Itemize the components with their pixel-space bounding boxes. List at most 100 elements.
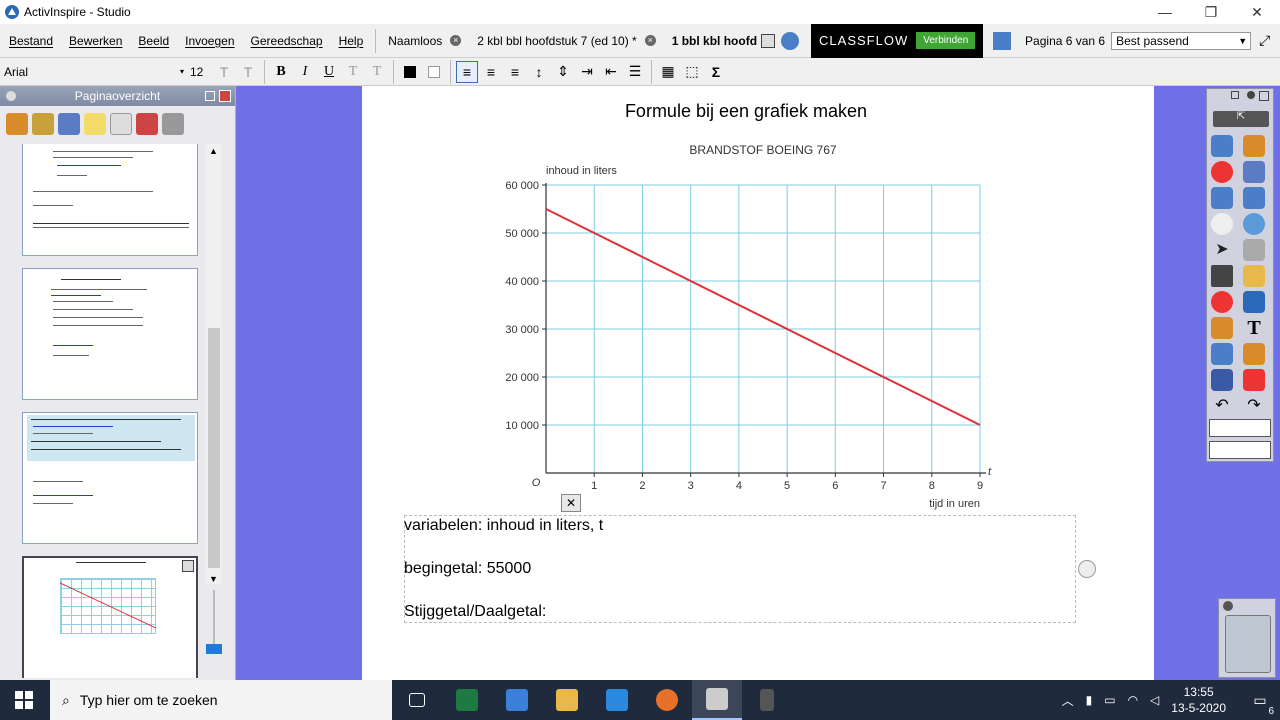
text-tool-icon[interactable]: T — [1243, 317, 1265, 339]
toolbox-pin-icon[interactable] — [1231, 91, 1239, 99]
superscript-button[interactable]: T — [342, 61, 364, 83]
menu-bewerken[interactable]: Bewerken — [61, 34, 130, 48]
next-page-icon[interactable] — [1243, 187, 1265, 209]
page-thumbnail-6[interactable] — [22, 556, 198, 678]
select-all-icon[interactable]: ⬚ — [681, 61, 703, 83]
property-browser-icon[interactable] — [110, 113, 132, 135]
underline-button[interactable]: U — [318, 61, 340, 83]
start-button[interactable] — [0, 680, 48, 720]
desktop-annotate-icon[interactable] — [1243, 161, 1265, 183]
clock[interactable]: 13:55 13-5-2020 — [1171, 684, 1226, 716]
pen-setting-1[interactable] — [1209, 419, 1271, 437]
store-icon[interactable] — [492, 680, 542, 720]
sigma-icon[interactable]: Σ — [705, 61, 727, 83]
text-line-variabelen[interactable]: variabelen: inhoud in liters, t — [404, 517, 603, 535]
page-thumbnail-5[interactable] — [22, 412, 198, 544]
trash-can-icon[interactable] — [1218, 598, 1276, 678]
panel-pin-icon[interactable] — [6, 91, 16, 101]
browsers-icon[interactable] — [1243, 135, 1265, 157]
resize-handle[interactable] — [1078, 560, 1096, 578]
highlighter-icon[interactable] — [1243, 291, 1265, 313]
excel-icon[interactable] — [442, 680, 492, 720]
settings-wheel-icon[interactable] — [781, 31, 800, 50]
subscript-button[interactable]: T — [366, 61, 388, 83]
battery-icon[interactable]: ▭ — [1104, 693, 1115, 707]
explorer-icon[interactable] — [542, 680, 592, 720]
shrink-font-icon[interactable]: T — [237, 61, 259, 83]
italic-button[interactable]: I — [294, 61, 316, 83]
line-spacing-icon[interactable]: ↕ — [528, 61, 550, 83]
outdent-icon[interactable]: ⇤ — [600, 61, 622, 83]
text-line-begingetal[interactable]: begingetal: 55000 — [404, 560, 531, 578]
page-thumbnail-icon[interactable] — [182, 560, 194, 572]
tools-icon[interactable] — [1243, 239, 1265, 261]
action-browser-icon[interactable] — [136, 113, 158, 135]
scroll-up-icon[interactable]: ▲ — [209, 146, 218, 156]
fullscreen-icon[interactable]: ⤢ — [1259, 32, 1270, 49]
panel-minimize-icon[interactable] — [205, 91, 215, 101]
notification-icon[interactable]: ▭ 6 — [1240, 692, 1280, 717]
flipchart-icon[interactable] — [1211, 135, 1233, 157]
scroll-thumb[interactable] — [208, 328, 220, 568]
media-icon[interactable] — [1211, 343, 1233, 365]
menu-gereedschap[interactable]: Gereedschap — [243, 34, 331, 48]
tab-naamloos[interactable]: Naamloos × — [380, 24, 469, 58]
dashboard-icon[interactable] — [1211, 161, 1233, 183]
fill-icon[interactable] — [1211, 317, 1233, 339]
previous-page-icon[interactable] — [1211, 187, 1233, 209]
text-color-swatch[interactable] — [399, 61, 421, 83]
eraser-icon[interactable] — [1243, 265, 1265, 287]
mail-icon[interactable] — [592, 680, 642, 720]
activinspire-taskbar-icon[interactable] — [692, 680, 742, 720]
page-icon[interactable] — [761, 33, 776, 48]
text-line-stijggetal[interactable]: Stijggetal/Daalgetal: — [404, 603, 546, 621]
font-select[interactable]: Arial ▾ — [0, 63, 186, 81]
notes-browser-icon[interactable] — [84, 113, 106, 135]
align-right-icon[interactable]: ≡ — [504, 61, 526, 83]
pen-setting-2[interactable] — [1209, 441, 1271, 459]
delete-object-button[interactable]: ✕ — [561, 494, 581, 512]
tab-hoofdstuk-7[interactable]: 2 kbl bbl hoofdstuk 7 (ed 10) * × — [469, 24, 663, 58]
trash-close-icon[interactable] — [1223, 601, 1233, 611]
minimize-button[interactable]: — — [1142, 0, 1188, 24]
grow-font-icon[interactable]: T — [213, 61, 235, 83]
menu-beeld[interactable]: Beeld — [130, 34, 177, 48]
hourglass-icon[interactable] — [1211, 369, 1233, 391]
firefox-icon[interactable] — [642, 680, 692, 720]
toolbox-settings-icon[interactable] — [1247, 91, 1255, 99]
tab-active[interactable]: 1 bbl kbl hoofd — [664, 24, 803, 58]
calculator-icon[interactable] — [742, 680, 792, 720]
bullet-list-icon[interactable]: ☰ — [624, 61, 646, 83]
align-center-icon[interactable]: ≡ — [480, 61, 502, 83]
shape-icon[interactable] — [1211, 291, 1233, 313]
page-browser-icon[interactable] — [6, 113, 28, 135]
size-select[interactable]: 12 — [186, 63, 212, 81]
page-thumbnail-3[interactable] — [22, 144, 198, 256]
verbinden-button[interactable]: Verbinden — [916, 32, 976, 49]
microphone-icon[interactable]: ▮ — [1086, 693, 1093, 707]
task-view-icon[interactable] — [392, 680, 442, 720]
table-icon[interactable]: ▦ — [657, 61, 679, 83]
share-icon[interactable]: ⇱ — [1213, 111, 1269, 127]
play-icon[interactable] — [1211, 213, 1233, 235]
snowflake-icon[interactable] — [993, 31, 1012, 50]
volume-icon[interactable]: ◁ — [1150, 693, 1159, 707]
voting-browser-icon[interactable] — [162, 113, 184, 135]
bold-button[interactable]: B — [270, 61, 292, 83]
tab-close-icon[interactable]: × — [450, 35, 462, 46]
indent-icon[interactable]: ⇥ — [576, 61, 598, 83]
reset-page-icon[interactable] — [1243, 369, 1265, 391]
web-browser-icon[interactable] — [1243, 213, 1265, 235]
align-left-icon[interactable]: ≡ — [456, 60, 478, 83]
paragraph-spacing-icon[interactable]: ⇕ — [552, 61, 574, 83]
tab-close-icon[interactable]: × — [644, 35, 656, 46]
search-box[interactable]: ⌕ Typ hier om te zoeken — [50, 680, 392, 720]
thumbnail-scrollbar[interactable]: ▲ ▼ — [206, 144, 222, 584]
menu-bestand[interactable]: Bestand — [0, 34, 61, 48]
tray-chevron-icon[interactable]: ︿ — [1062, 692, 1074, 709]
thumbnail-size-slider[interactable] — [206, 590, 222, 662]
object-browser-icon[interactable] — [58, 113, 80, 135]
zoom-select[interactable]: Best passend ▼ — [1111, 31, 1252, 50]
page-thumbnail-4[interactable] — [22, 268, 198, 400]
undo-icon[interactable]: ↶ — [1211, 395, 1233, 417]
